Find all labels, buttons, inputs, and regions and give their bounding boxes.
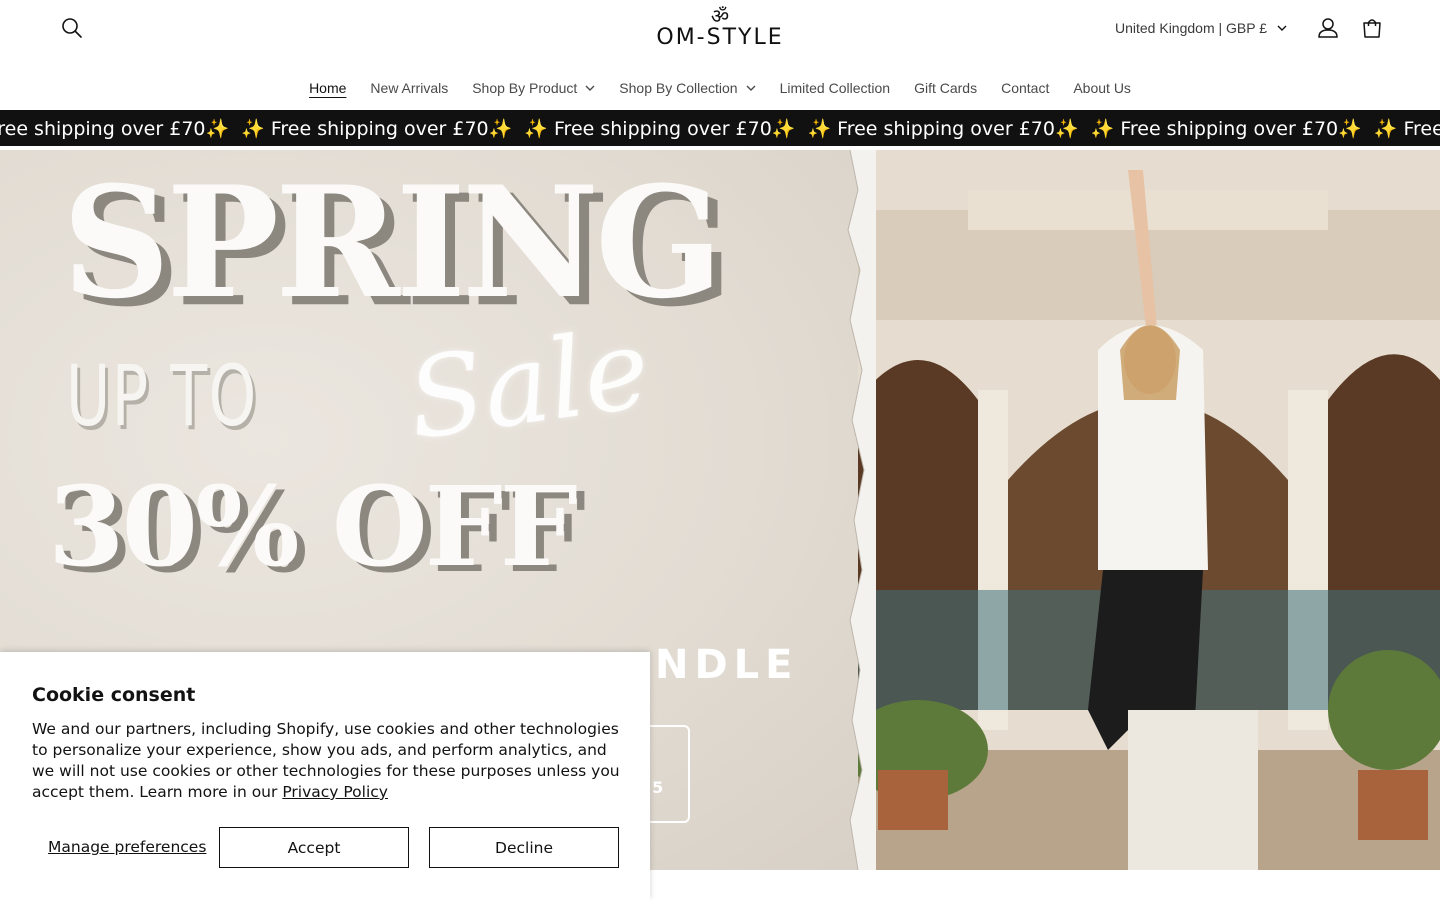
nav-label: New Arrivals: [370, 80, 449, 96]
nav-label: Contact: [1001, 80, 1050, 96]
nav-label: Home: [309, 80, 347, 96]
main-navigation: Home New Arrivals Shop By Product Shop B…: [0, 72, 1440, 104]
cookie-consent-banner: Cookie consent We and our partners, incl…: [0, 652, 650, 900]
chevron-down-icon: [1277, 25, 1287, 31]
nav-item-contact[interactable]: Contact: [989, 76, 1061, 100]
announcement-item: ✨ Free shipping over £70✨: [524, 117, 796, 140]
chevron-down-icon: [746, 85, 756, 91]
logo-wordmark: OM-STYLE: [656, 25, 784, 50]
nav-item-home[interactable]: Home: [297, 76, 358, 100]
hero-photo-illustration: [858, 150, 1440, 870]
search-icon: [62, 18, 82, 38]
announcement-item: ✨ Free shipping over £70✨: [807, 117, 1079, 140]
nav-item-about-us[interactable]: About Us: [1061, 76, 1143, 100]
hero-headline: SPRING: [62, 153, 723, 333]
country-label: United Kingdom | GBP £: [1115, 20, 1268, 36]
nav-item-gift-cards[interactable]: Gift Cards: [902, 76, 989, 100]
nav-item-shop-by-product[interactable]: Shop By Product: [460, 76, 607, 100]
nav-label: Limited Collection: [779, 80, 891, 96]
cart-icon: [1363, 19, 1381, 38]
account-button[interactable]: [1308, 8, 1348, 48]
manage-preferences-link[interactable]: Manage preferences: [48, 838, 206, 856]
nav-label: Gift Cards: [914, 80, 978, 96]
announcement-item: ✨ Free shipping over £70✨: [1090, 117, 1362, 140]
announcement-track: ✨ Free shipping over £70✨ ✨ Free shipping…: [0, 110, 1440, 146]
cart-button[interactable]: [1352, 8, 1392, 48]
announcement-item: ✨ Free shipping over £70✨: [1373, 117, 1440, 140]
account-icon: [1318, 18, 1338, 38]
accept-button[interactable]: Accept: [219, 827, 409, 868]
announcement-bar: ✨ Free shipping over £70✨ ✨ Free shipping…: [0, 110, 1440, 146]
om-symbol: ॐ: [710, 4, 730, 28]
privacy-policy-link[interactable]: Privacy Policy: [282, 783, 388, 801]
nav-label: Shop By Product: [472, 80, 578, 96]
country-currency-selector[interactable]: United Kingdom | GBP £: [1115, 14, 1287, 42]
site-logo[interactable]: ॐ OM-STYLE: [640, 6, 800, 56]
nav-label: Shop By Collection: [619, 80, 738, 96]
torn-paper-edge: [847, 150, 876, 870]
site-header: ॐ OM-STYLE United Kingdom | GBP £ Home N…: [0, 0, 1440, 110]
nav-item-limited-collection[interactable]: Limited Collection: [768, 76, 903, 100]
decline-button[interactable]: Decline: [429, 827, 619, 868]
chevron-down-icon: [585, 85, 595, 91]
search-button[interactable]: [52, 8, 92, 48]
cookie-title: Cookie consent: [32, 684, 196, 706]
announcement-item: ✨ Free shipping over £70✨: [0, 117, 230, 140]
nav-label: About Us: [1073, 80, 1131, 96]
hero-bundle-text: NDLE: [655, 642, 799, 688]
nav-item-shop-by-collection[interactable]: Shop By Collection: [607, 76, 767, 100]
hero-line-upto: UP TO: [66, 347, 258, 445]
announcement-item: ✨ Free shipping over £70✨: [241, 117, 513, 140]
nav-item-new-arrivals[interactable]: New Arrivals: [358, 76, 460, 100]
cookie-body: We and our partners, including Shopify, …: [32, 719, 622, 803]
hero-photo: [858, 150, 1440, 870]
hero-discount: 30% OFF: [48, 462, 578, 591]
